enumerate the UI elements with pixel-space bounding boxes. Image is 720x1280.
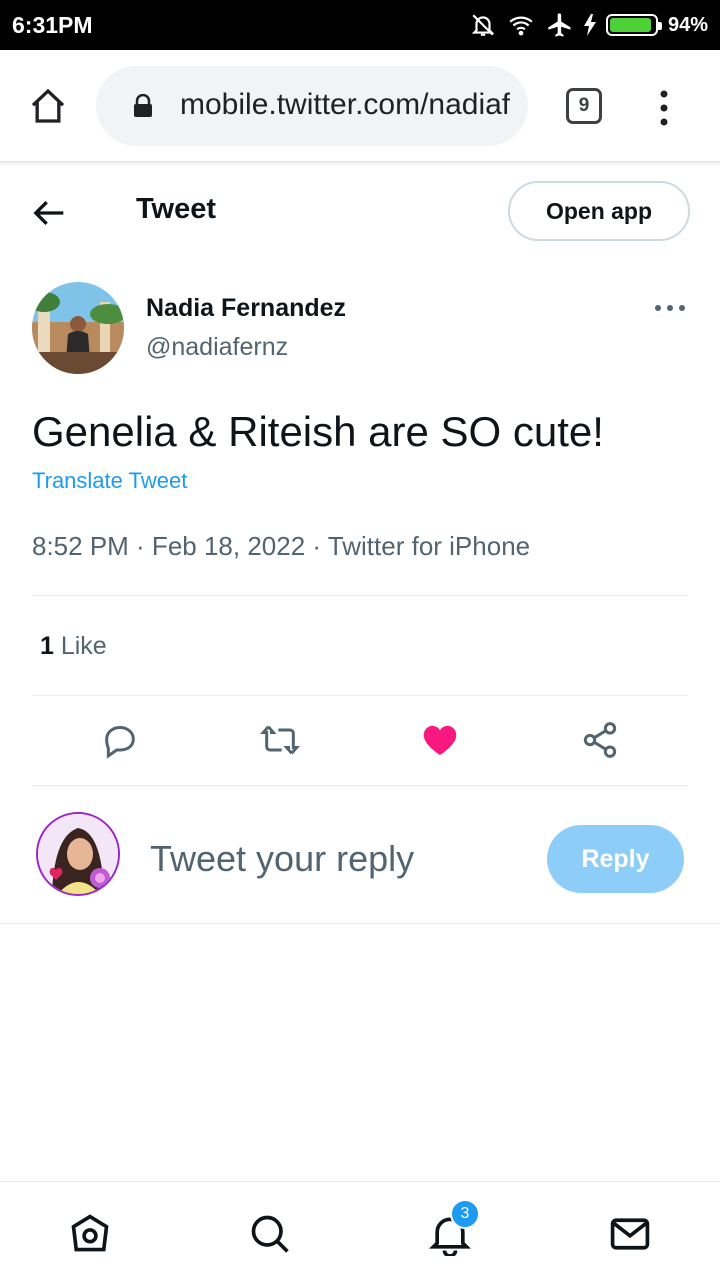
status-time: 6:31PM	[12, 12, 93, 38]
translate-tweet-link[interactable]: Translate Tweet	[32, 468, 187, 494]
share-button[interactable]	[580, 720, 620, 760]
nav-messages[interactable]	[608, 1212, 652, 1256]
divider	[32, 785, 688, 786]
nav-home[interactable]	[68, 1212, 112, 1256]
retweet-icon	[260, 725, 300, 755]
browser-toolbar: mobile.twitter.com/nadiafernz/status 9	[0, 50, 720, 162]
reply-icon	[105, 725, 135, 759]
like-button[interactable]	[420, 720, 460, 760]
battery-icon	[605, 14, 662, 36]
arrow-left-icon	[33, 200, 64, 226]
mute-notifications-icon	[470, 12, 496, 38]
airplane-icon	[546, 11, 574, 39]
tab-switcher-button[interactable]: 9	[566, 88, 602, 124]
divider	[32, 695, 688, 696]
retweet-button[interactable]	[260, 720, 300, 760]
status-icons: 94%	[470, 10, 708, 40]
address-bar[interactable]: mobile.twitter.com/nadiafernz/status	[96, 66, 528, 146]
url-text: mobile.twitter.com/nadiafernz/status	[180, 88, 510, 121]
bottom-navigation: 3	[0, 1181, 720, 1280]
wifi-icon	[506, 12, 536, 38]
tweet-more-button[interactable]	[650, 296, 690, 320]
likes-label: Like	[53, 632, 107, 660]
more-vertical-icon	[660, 90, 668, 126]
likes-count-row[interactable]: 1 Like	[40, 632, 107, 661]
reply-button[interactable]	[100, 720, 140, 760]
current-user-avatar	[36, 812, 120, 896]
lock-icon	[132, 93, 154, 123]
page-title: Tweet	[136, 193, 217, 225]
status-bar: 6:31PM 94%	[0, 0, 720, 50]
browser-menu-button[interactable]	[652, 88, 676, 128]
battery-fill	[609, 18, 652, 32]
open-app-button[interactable]: Open app	[508, 181, 690, 241]
author-name[interactable]: Nadia Fernandez	[146, 294, 346, 323]
tweet-text: Genelia & Riteish are SO cute!	[32, 408, 604, 455]
notification-badge: 3	[450, 1199, 480, 1229]
home-icon	[71, 1214, 109, 1252]
author-handle[interactable]: @nadiafernz	[146, 333, 288, 362]
divider	[32, 595, 688, 596]
likes-count: 1	[40, 632, 54, 660]
divider	[0, 923, 720, 924]
nav-search[interactable]	[248, 1212, 292, 1256]
home-icon	[31, 88, 65, 123]
browser-home-button[interactable]	[28, 86, 68, 126]
battery-percent: 94%	[667, 13, 708, 36]
tweet-page-header: Tweet Open app	[0, 163, 720, 259]
search-icon	[251, 1215, 289, 1253]
author-avatar[interactable]	[32, 282, 124, 374]
share-icon	[583, 722, 617, 758]
tweet-timestamp[interactable]: 8:52 PM · Feb 18, 2022 · Twitter for iPh…	[32, 531, 530, 562]
messages-icon	[610, 1218, 650, 1250]
charging-icon	[583, 14, 596, 36]
heart-icon	[423, 725, 457, 755]
more-horizontal-icon	[655, 305, 685, 311]
reply-submit-button[interactable]: Reply	[547, 825, 684, 893]
back-button[interactable]	[30, 193, 70, 233]
reply-input[interactable]: Tweet your reply	[150, 838, 414, 880]
